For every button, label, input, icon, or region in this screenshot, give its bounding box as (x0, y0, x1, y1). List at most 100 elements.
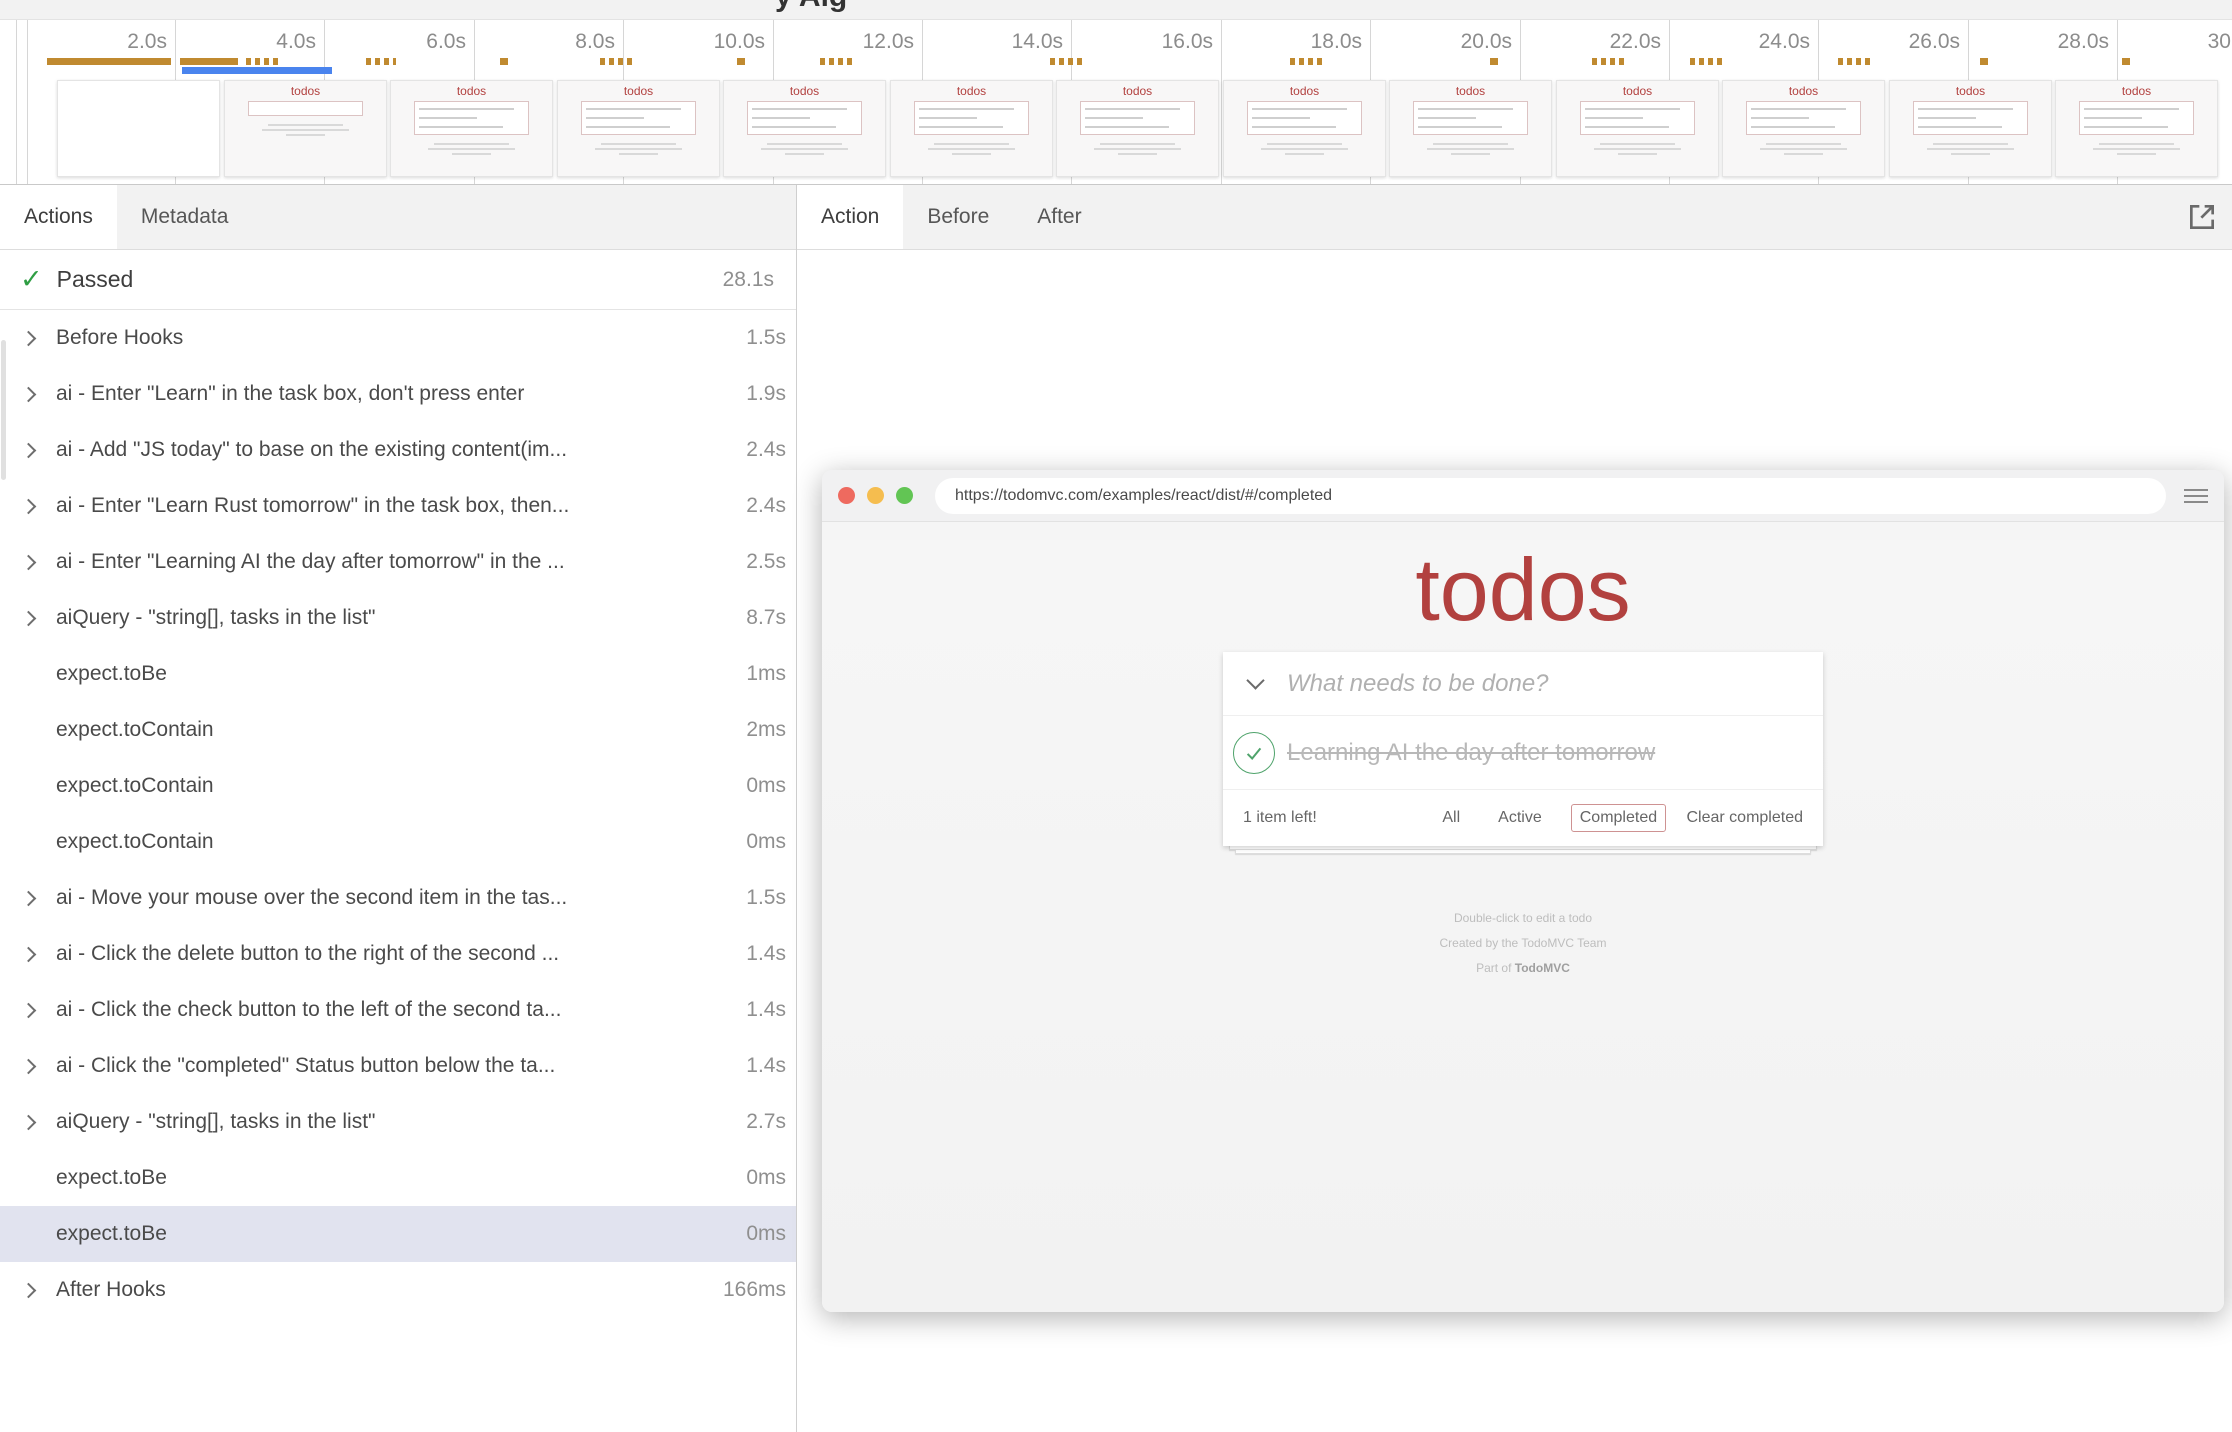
filmstrip-thumbnail[interactable]: todos (890, 80, 1053, 177)
action-row[interactable]: ai - Enter "Learn Rust tomorrow" in the … (0, 478, 796, 534)
expand-chevron-icon[interactable] (0, 1117, 56, 1128)
address-bar[interactable]: https://todomvc.com/examples/react/dist/… (935, 478, 2166, 514)
tab-before[interactable]: Before (903, 185, 1013, 249)
browser-menu-icon[interactable] (2184, 489, 2208, 503)
action-title: expect.toContain (56, 718, 732, 742)
action-row[interactable]: aiQuery - "string[], tasks in the list"2… (0, 1094, 796, 1150)
filmstrip-thumbnail[interactable]: todos (1722, 80, 1885, 177)
action-duration: 166ms (723, 1278, 786, 1302)
items-left-count: 1 item left! (1243, 809, 1413, 827)
action-title: expect.toBe (56, 662, 732, 686)
timeline-tick-label: 10.0s (623, 30, 765, 54)
expand-chevron-icon[interactable] (0, 333, 56, 344)
timeline-mark-dashes (1592, 58, 1628, 65)
expand-chevron-icon[interactable] (0, 949, 56, 960)
filmstrip-thumbnail[interactable]: todos (557, 80, 720, 177)
timeline-tick-label: 16.0s (1071, 30, 1213, 54)
timeline-mark-dot (1980, 58, 1988, 65)
scrollbar-thumb[interactable] (1, 340, 6, 480)
snapshot-panel: Action Before After ht (797, 185, 2232, 1432)
expand-chevron-icon[interactable] (0, 1285, 56, 1296)
timeline-tick-label: 26.0s (1818, 30, 1960, 54)
action-title: expect.toBe (56, 1166, 732, 1190)
filter-completed[interactable]: Completed (1571, 804, 1666, 832)
timeline-mark-dashes (1838, 58, 1872, 65)
todomvc-brand: TodoMVC (1515, 961, 1570, 975)
maximize-window-icon[interactable] (896, 487, 913, 504)
action-title: ai - Enter "Learning AI the day after to… (56, 550, 732, 574)
action-duration: 8.7s (746, 606, 786, 630)
todo-checked-icon[interactable] (1233, 732, 1275, 774)
filmstrip-thumbnail[interactable]: todos (224, 80, 387, 177)
filmstrip-thumbnail[interactable]: todos (1056, 80, 1219, 177)
expand-chevron-icon[interactable] (0, 389, 56, 400)
filmstrip-thumbnail[interactable]: todos (2055, 80, 2218, 177)
action-row[interactable]: expect.toContain 0ms (0, 814, 796, 870)
todomvc-page: todos What needs to be done? Learning A (822, 540, 2224, 1312)
filmstrip-thumbnail[interactable]: todos (1389, 80, 1552, 177)
action-row[interactable]: ai - Click the delete button to the righ… (0, 926, 796, 982)
timeline-mark-solid (180, 58, 238, 65)
tab-actions[interactable]: Actions (0, 185, 117, 249)
todo-item[interactable]: Learning AI the day after tomorrow (1223, 716, 1823, 790)
filter-all[interactable]: All (1433, 804, 1469, 832)
filmstrip-thumbnail[interactable] (57, 80, 220, 177)
action-row[interactable]: ai - Click the check button to the left … (0, 982, 796, 1038)
action-duration: 1.4s (746, 1054, 786, 1078)
action-row[interactable]: ai - Click the "completed" Status button… (0, 1038, 796, 1094)
timeline-tick-label: 14.0s (921, 30, 1063, 54)
expand-chevron-icon[interactable] (0, 501, 56, 512)
action-duration: 1.4s (746, 998, 786, 1022)
action-title: After Hooks (56, 1278, 709, 1302)
expand-chevron-icon[interactable] (0, 557, 56, 568)
timeline[interactable]: 2.0s4.0s6.0s8.0s10.0s12.0s14.0s16.0s18.0… (0, 20, 2232, 185)
action-row[interactable]: aiQuery - "string[], tasks in the list"8… (0, 590, 796, 646)
thumbnail-todos-title: todos (1557, 85, 1718, 98)
close-window-icon[interactable] (838, 487, 855, 504)
filmstrip-thumbnail[interactable]: todos (1889, 80, 2052, 177)
todomvc-info: Double-click to edit a todo Created by t… (822, 906, 2224, 981)
tab-metadata[interactable]: Metadata (117, 185, 253, 249)
toggle-all-chevron-icon[interactable] (1223, 680, 1287, 687)
expand-chevron-icon[interactable] (0, 613, 56, 624)
minimize-window-icon[interactable] (867, 487, 884, 504)
new-todo-input[interactable]: What needs to be done? (1223, 652, 1823, 716)
filmstrip-thumbnail[interactable]: todos (1223, 80, 1386, 177)
open-snapshot-external-icon[interactable] (2186, 201, 2218, 233)
action-row[interactable]: expect.toBe1ms (0, 646, 796, 702)
action-title: expect.toContain (56, 830, 732, 854)
filter-active[interactable]: Active (1489, 804, 1551, 832)
action-row[interactable]: After Hooks 166ms (0, 1262, 796, 1318)
tab-after[interactable]: After (1013, 185, 1105, 249)
card-stack-sheet (1235, 850, 1811, 854)
info-line: Created by the TodoMVC Team (822, 931, 2224, 956)
action-row[interactable]: ai - Add "JS today" to base on the exist… (0, 422, 796, 478)
clear-completed-button[interactable]: Clear completed (1687, 809, 1804, 827)
thumbnail-todos-title: todos (225, 85, 386, 98)
action-row[interactable]: ai - Enter "Learn" in the task box, don'… (0, 366, 796, 422)
action-row[interactable]: expect.toBe0ms (0, 1206, 796, 1262)
filmstrip-thumbnail[interactable]: todos (723, 80, 886, 177)
expand-chevron-icon[interactable] (0, 893, 56, 904)
clipped-header-strip: y Alg (0, 0, 2232, 20)
timeline-tick-label: 12.0s (772, 30, 914, 54)
todo-filters: All Active Completed (1413, 804, 1687, 832)
action-title: ai - Click the delete button to the righ… (56, 942, 732, 966)
filmstrip-thumbnail[interactable]: todos (390, 80, 553, 177)
action-duration: 0ms (746, 830, 786, 854)
action-title: aiQuery - "string[], tasks in the list" (56, 1110, 732, 1134)
action-row[interactable]: expect.toContain0ms (0, 758, 796, 814)
expand-chevron-icon[interactable] (0, 445, 56, 456)
tab-action[interactable]: Action (797, 185, 903, 249)
action-title: expect.toContain (56, 774, 732, 798)
action-row[interactable]: expect.toBe0ms (0, 1150, 796, 1206)
filmstrip-thumbnail[interactable]: todos (1556, 80, 1719, 177)
expand-chevron-icon[interactable] (0, 1005, 56, 1016)
action-row[interactable]: ai - Enter "Learning AI the day after to… (0, 534, 796, 590)
action-row[interactable]: Before Hooks1.5s (0, 310, 796, 366)
timeline-mark-dot (1490, 58, 1498, 65)
action-row[interactable]: ai - Move your mouse over the second ite… (0, 870, 796, 926)
action-row[interactable]: expect.toContain2ms (0, 702, 796, 758)
thumbnail-todos-title: todos (558, 85, 719, 98)
expand-chevron-icon[interactable] (0, 1061, 56, 1072)
